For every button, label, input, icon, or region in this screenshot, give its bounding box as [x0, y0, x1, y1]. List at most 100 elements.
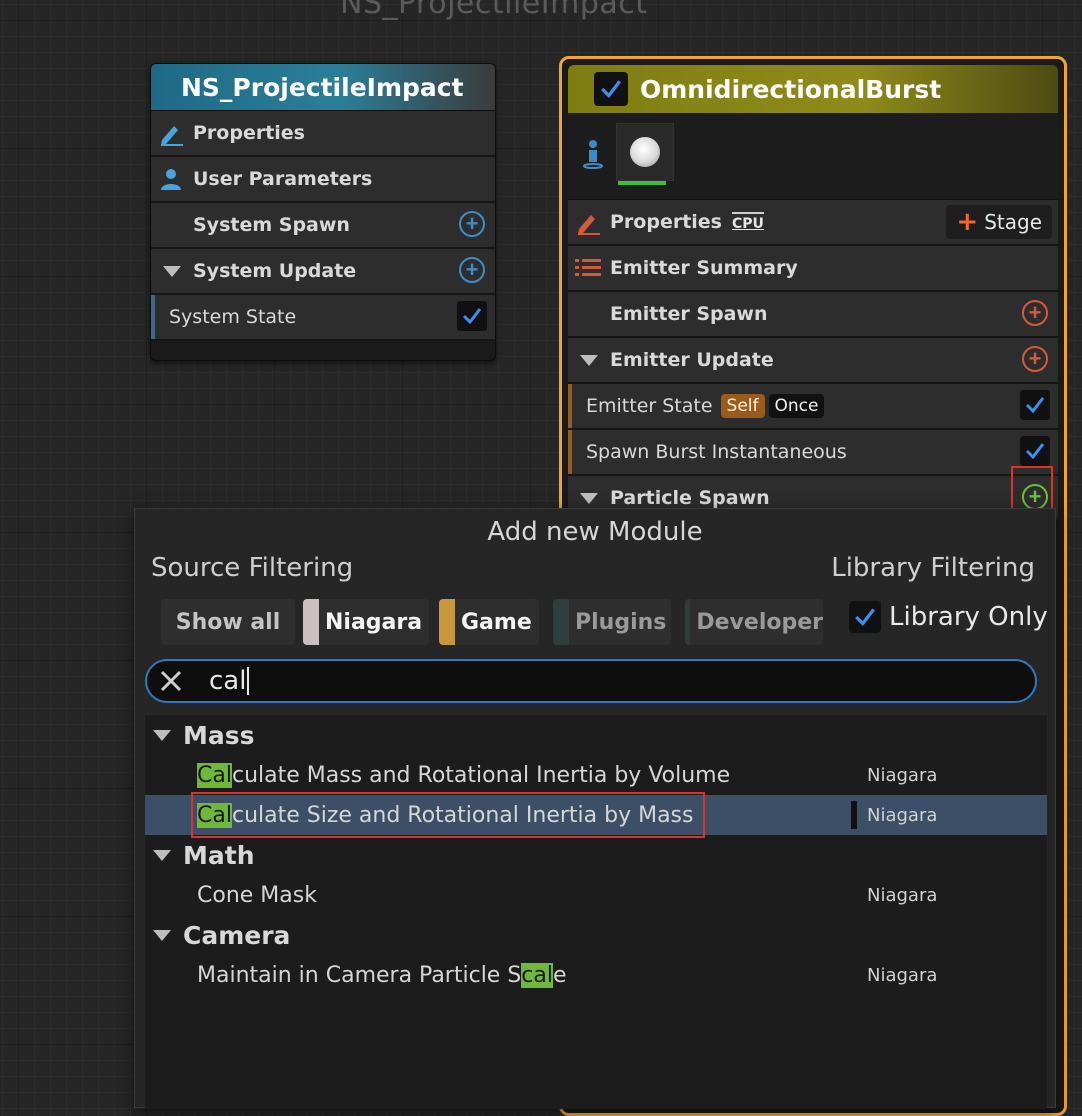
- add-emitter-spawn-module-button[interactable]: +: [1022, 300, 1048, 326]
- thumbnail-status-bar: [618, 181, 666, 185]
- checkmark-icon: [1025, 397, 1045, 414]
- particle-spawn-label: Particle Spawn: [610, 487, 770, 509]
- plugins-chip-label: Plugins: [575, 609, 667, 635]
- developer-filter-chip[interactable]: Developer: [685, 599, 823, 645]
- search-value: cal: [209, 667, 250, 695]
- niagara-chip-label: Niagara: [325, 609, 423, 635]
- game-chip-label: Game: [461, 609, 532, 635]
- popup-title: Add new Module: [487, 517, 703, 547]
- emitter-properties-label: Properties: [610, 211, 722, 233]
- system-properties-row[interactable]: Properties: [151, 111, 495, 157]
- close-icon: [160, 670, 182, 692]
- graph-title: NS_ProjectileImpact: [340, 0, 648, 21]
- niagara-color-swatch: [303, 599, 319, 645]
- module-results-list[interactable]: Mass Calculate Mass and Rotational Inert…: [145, 715, 1047, 1109]
- emitter-summary-row[interactable]: Emitter Summary: [568, 246, 1058, 292]
- collapse-triangle-icon[interactable]: [163, 265, 181, 277]
- isolate-icon[interactable]: [582, 139, 604, 174]
- system-state-checkbox[interactable]: [457, 301, 487, 331]
- niagara-filter-chip[interactable]: Niagara: [303, 599, 429, 645]
- list-item[interactable]: Calculate Mass and Rotational Inertia by…: [145, 755, 1047, 795]
- plugins-filter-chip[interactable]: Plugins: [553, 599, 671, 645]
- spawn-burst-checkbox[interactable]: [1020, 436, 1050, 466]
- collapse-triangle-icon[interactable]: [153, 929, 171, 941]
- system-update-row[interactable]: System Update +: [151, 249, 495, 295]
- pencil-icon: [574, 208, 602, 236]
- emitter-state-checkbox[interactable]: [1020, 390, 1050, 420]
- category-camera[interactable]: Camera: [145, 915, 1047, 955]
- emitter-update-label: Emitter Update: [610, 349, 774, 371]
- clear-search-button[interactable]: [147, 669, 195, 693]
- system-spawn-row[interactable]: System Spawn +: [151, 203, 495, 249]
- library-only-checkbox[interactable]: [849, 601, 881, 633]
- collapse-triangle-icon[interactable]: [153, 729, 171, 741]
- list-icon: [574, 254, 602, 282]
- collapse-triangle-icon[interactable]: [153, 849, 171, 861]
- collapse-triangle-icon[interactable]: [580, 354, 598, 366]
- module-source: Niagara: [867, 764, 938, 786]
- emitter-thumbnail-area: [568, 113, 1058, 200]
- show-all-filter-button[interactable]: Show all: [161, 599, 295, 645]
- plus-icon: +: [956, 207, 979, 237]
- category-mass[interactable]: Mass: [145, 715, 1047, 755]
- show-all-label: Show all: [175, 609, 281, 635]
- emitter-state-row[interactable]: Emitter State Self Once: [568, 384, 1058, 430]
- library-filtering-label: Library Filtering: [831, 553, 1035, 583]
- module-name: Calculate Mass and Rotational Inertia by…: [197, 762, 731, 788]
- module-name: Cone Mask: [197, 882, 317, 908]
- sim-target-badge: CPU: [732, 212, 764, 232]
- emitter-enabled-checkbox[interactable]: [594, 72, 628, 106]
- emitter-properties-row[interactable]: Properties CPU + Stage: [568, 200, 1058, 246]
- category-mass-label: Mass: [183, 720, 255, 750]
- add-system-spawn-module-button[interactable]: +: [459, 211, 485, 237]
- add-system-update-module-button[interactable]: +: [459, 257, 485, 283]
- self-badge: Self: [720, 394, 765, 418]
- category-camera-label: Camera: [183, 920, 291, 950]
- spawn-burst-label: Spawn Burst Instantaneous: [586, 441, 847, 463]
- user-parameters-label: User Parameters: [193, 168, 373, 190]
- add-stage-button[interactable]: + Stage: [946, 205, 1052, 239]
- module-source: Niagara: [867, 964, 938, 986]
- emitter-summary-label: Emitter Summary: [610, 257, 798, 279]
- emitter-state-label: Emitter State: [586, 395, 713, 417]
- list-item[interactable]: Maintain in Camera Particle Scale Niagar…: [145, 955, 1047, 995]
- library-only-label: Library Only: [889, 602, 1048, 632]
- module-search-input[interactable]: cal: [145, 659, 1037, 703]
- developer-color-swatch: [685, 599, 691, 645]
- module-source: Niagara: [867, 884, 938, 906]
- system-properties-label: Properties: [193, 122, 305, 144]
- checkmark-icon: [601, 80, 622, 99]
- source-filtering-label: Source Filtering: [151, 553, 354, 583]
- emitter-node-header[interactable]: OmnidirectionalBurst: [568, 65, 1058, 113]
- particle-preview-icon: [630, 137, 660, 167]
- emitter-thumbnail[interactable]: [616, 123, 674, 181]
- add-emitter-update-module-button[interactable]: +: [1022, 346, 1048, 372]
- emitter-node-title: OmnidirectionalBurst: [640, 74, 942, 104]
- pencil-icon: [157, 119, 185, 147]
- collapse-triangle-icon[interactable]: [580, 492, 598, 504]
- library-only-toggle[interactable]: Library Only: [849, 601, 1048, 633]
- category-math-label: Math: [183, 840, 255, 870]
- system-node[interactable]: NS_ProjectileImpact Properties User Para…: [150, 63, 496, 361]
- emitter-update-row[interactable]: Emitter Update +: [568, 338, 1058, 384]
- system-state-label: System State: [169, 306, 297, 328]
- system-node-title[interactable]: NS_ProjectileImpact: [151, 64, 495, 111]
- module-name: Maintain in Camera Particle Scale: [197, 962, 567, 988]
- user-icon: [157, 165, 185, 193]
- once-badge: Once: [768, 394, 825, 418]
- stage-button-label: Stage: [984, 210, 1042, 234]
- source-color-bar: [851, 801, 857, 829]
- emitter-spawn-row[interactable]: Emitter Spawn +: [568, 292, 1058, 338]
- list-item[interactable]: Cone Mask Niagara: [145, 875, 1047, 915]
- emitter-spawn-label: Emitter Spawn: [610, 303, 768, 325]
- spawn-burst-row[interactable]: Spawn Burst Instantaneous: [568, 430, 1058, 476]
- annotation-highlight-box: [1011, 466, 1053, 512]
- category-math[interactable]: Math: [145, 835, 1047, 875]
- checkmark-icon: [855, 608, 876, 627]
- checkmark-icon: [1025, 443, 1045, 460]
- checkmark-icon: [462, 308, 482, 325]
- user-parameters-row[interactable]: User Parameters: [151, 157, 495, 203]
- game-filter-chip[interactable]: Game: [439, 599, 539, 645]
- game-color-swatch: [439, 599, 455, 645]
- system-state-row[interactable]: System State: [151, 295, 495, 341]
